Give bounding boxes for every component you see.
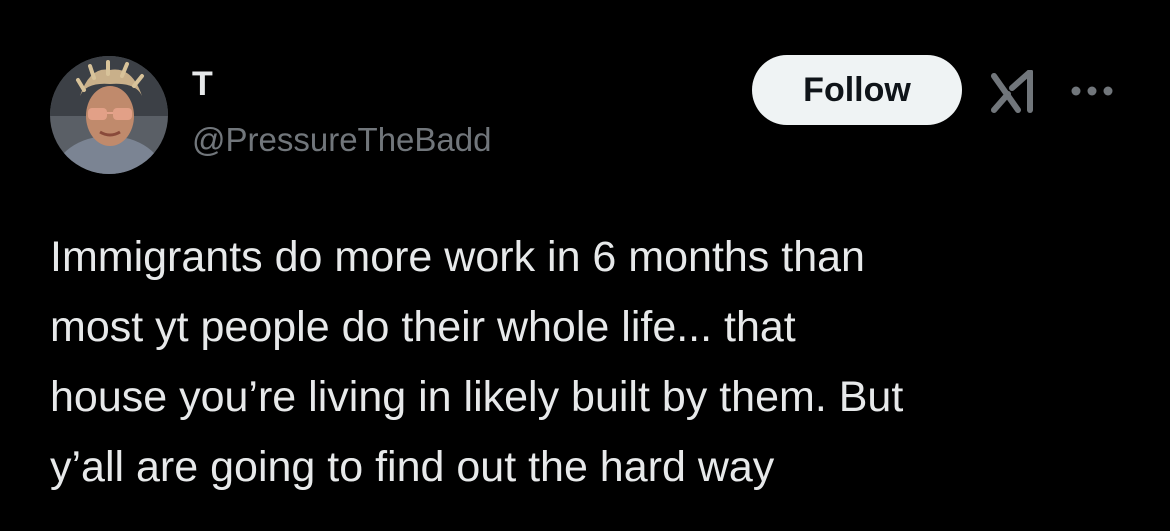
tweet-text-line: y’all are going to find out the hard way: [50, 443, 775, 491]
grok-icon[interactable]: [990, 69, 1042, 114]
tweet-text-line: house you’re living in likely built by t…: [50, 373, 904, 421]
tweet-text: Immigrants do more work in 6 months than…: [50, 222, 1140, 502]
tweet-text-line: most yt people do their whole life... th…: [50, 303, 796, 351]
user-info: T @PressureTheBadd: [192, 64, 491, 160]
avatar[interactable]: [50, 56, 168, 174]
user-handle[interactable]: @PressureTheBadd: [192, 120, 491, 160]
display-name[interactable]: T: [192, 64, 491, 104]
more-options-icon[interactable]: [1066, 78, 1118, 104]
avatar-image: [50, 56, 168, 174]
tweet-card: T @PressureTheBadd Follow Immigrants do …: [0, 0, 1170, 531]
tweet-text-line: Immigrants do more work in 6 months than: [50, 233, 865, 281]
follow-button[interactable]: Follow: [752, 55, 962, 125]
